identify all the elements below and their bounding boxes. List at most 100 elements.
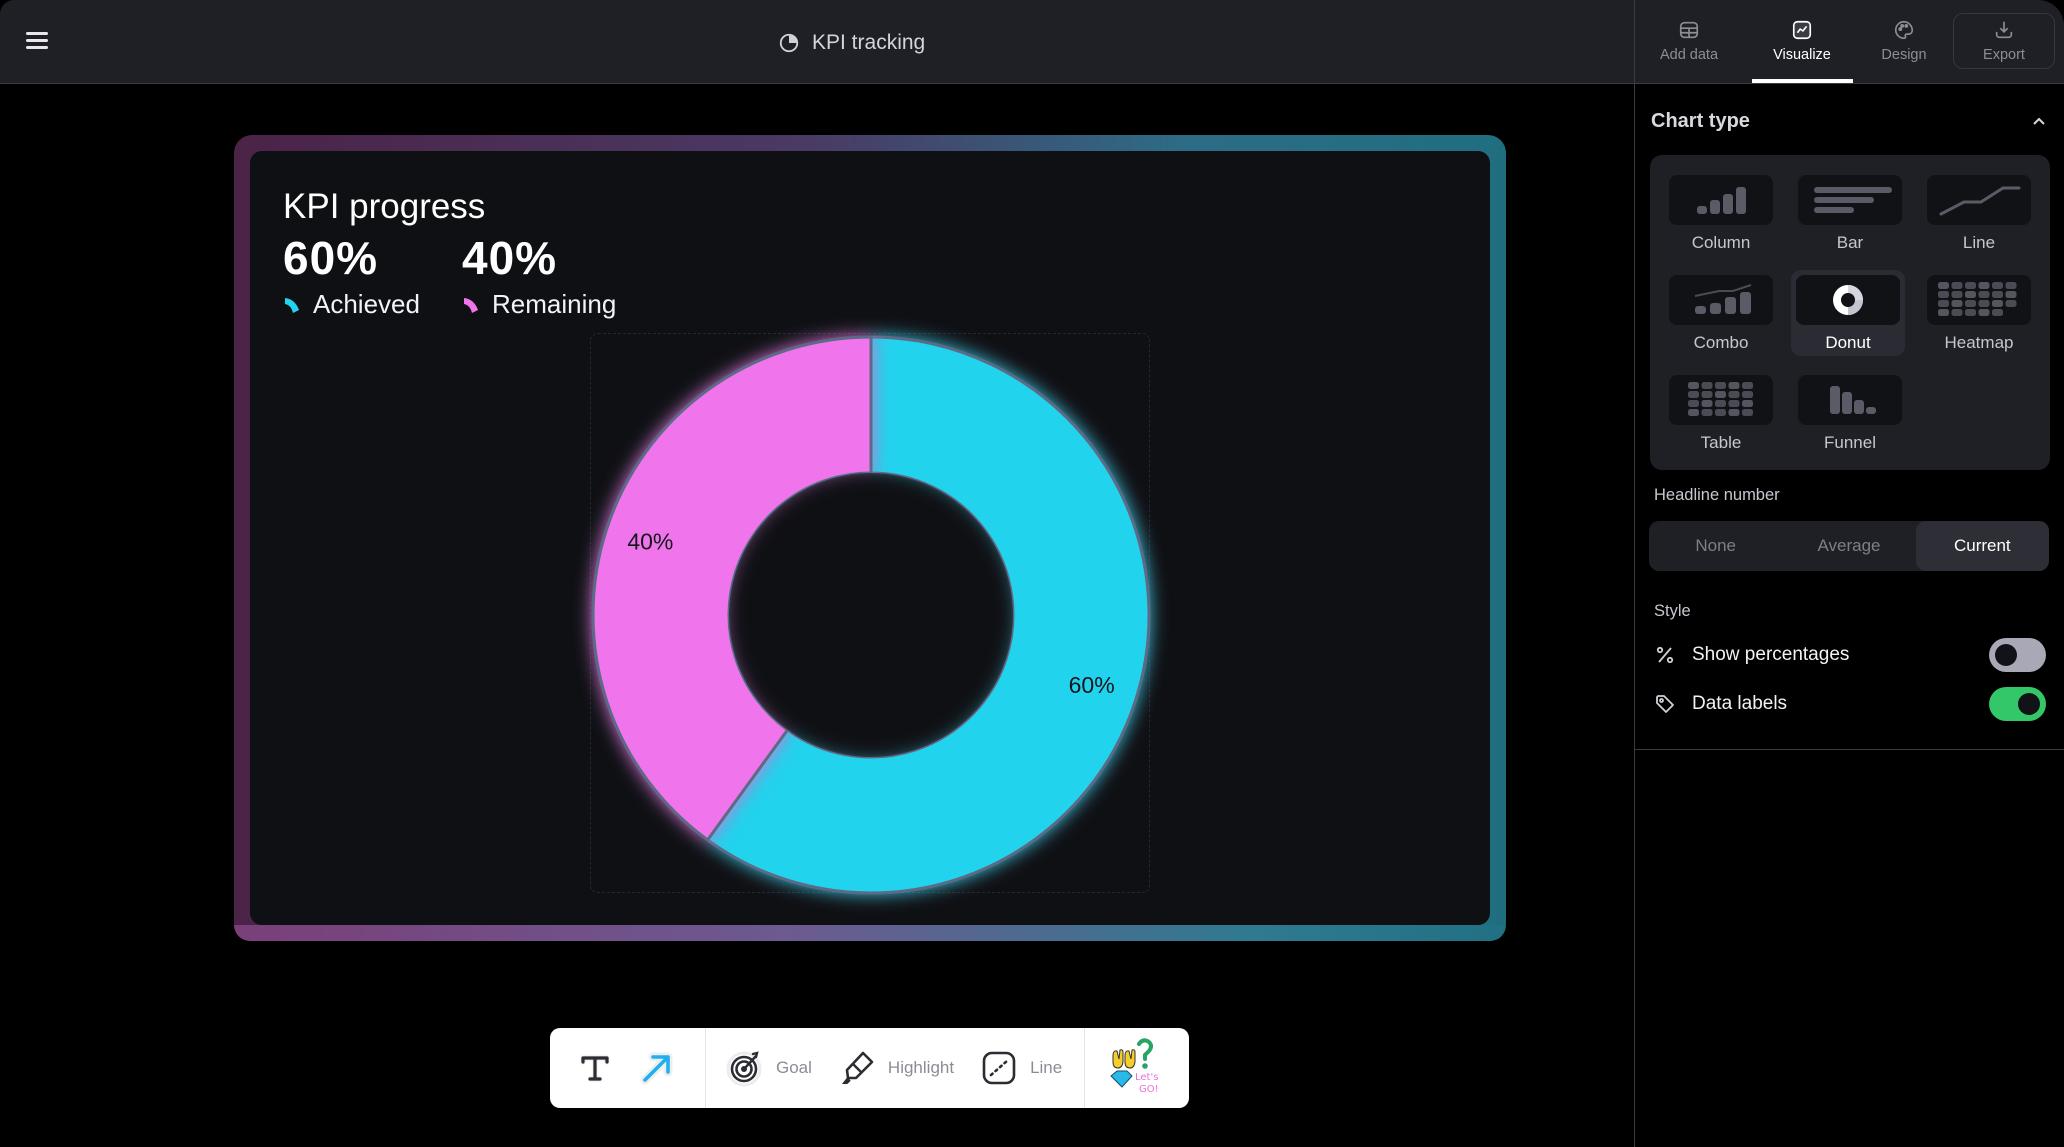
chart-type-line[interactable]: Line [1924,172,2034,260]
headline-option-average[interactable]: Average [1782,521,1915,571]
settings-panel: Add data Visualize Design Export Chart t… [1634,0,2064,1147]
data-labels-toggle[interactable] [1989,687,2046,721]
column-chart-icon [1697,187,1746,214]
icon-cell [1701,400,1713,407]
icon-cell [1701,391,1713,398]
icon-cell [2005,300,2017,307]
headline-option-none[interactable]: None [1649,521,1782,571]
tab-visualize[interactable]: Visualize [1752,12,1852,70]
icon-cell [1978,282,1990,289]
arrow-tool-icon [640,1052,673,1085]
data-label: 60% [1069,672,1115,698]
svg-text:Let's: Let's [1135,1072,1158,1083]
chart-type-label: Combo [1693,333,1749,352]
chart-type-label: Line [1962,233,1996,252]
option-label: Data labels [1692,693,1788,714]
tool-label: Line [1030,1058,1063,1077]
tag-icon [1656,695,1674,713]
donut-chart-area: 60% 40% [590,333,1151,895]
funnel-chart-icon [1830,386,1876,414]
heatmap-icon [1938,282,2017,316]
line-tool-button[interactable]: Line [968,1028,1072,1108]
chart-type-table[interactable]: Table [1666,372,1776,460]
pie-chart-icon [779,33,799,53]
active-tab-indicator [1752,79,1853,83]
icon-cell [1992,291,2003,298]
dotted-line-icon [982,1051,1016,1085]
chart-type-heatmap[interactable]: Heatmap [1924,272,2034,360]
hamburger-icon[interactable] [26,32,48,50]
icon-cell [1715,400,1726,407]
icon-cell [1938,300,1949,307]
icon-cell [1992,282,2003,289]
target-icon [726,1051,762,1087]
section-title: Chart type [1651,109,1750,132]
icon-cell [1965,309,1976,316]
svg-text:GO!: GO! [1139,1084,1159,1095]
chart-type-header[interactable]: Chart type [1651,106,2049,136]
panel-divider [1635,749,2064,750]
donut-chart: 60% 40% [591,335,1151,895]
chart-type-bar[interactable]: Bar [1795,172,1905,260]
line-chart-icon [1792,20,1812,40]
text-tool-icon [578,1053,612,1084]
goal-tool-button[interactable]: Goal [714,1028,822,1108]
icon-cell [1951,291,1963,298]
legend-swatch-icon [285,297,299,313]
icon-cell [1728,400,1740,407]
stickers-icon: Let's GO! [1110,1038,1159,1095]
icon-cell [1728,391,1740,398]
icon-cell [1938,309,1949,316]
text-tool-button[interactable] [564,1028,626,1108]
icon-cell [1951,309,1963,316]
panel-tabs: Add data Visualize Design Export [1635,0,2064,84]
icon-cell [2005,291,2017,298]
tab-add-data[interactable]: Add data [1639,12,1739,70]
document-title[interactable]: KPI tracking [778,28,925,58]
icon-cell [1992,309,2003,316]
top-bar: KPI tracking [0,0,1634,84]
arrow-tool-button[interactable] [626,1028,688,1108]
icon-cell [1742,382,1753,389]
stickers-button[interactable]: Let's GO! [1097,1028,1181,1108]
table-chart-icon [1688,382,1753,416]
chart-type-column[interactable]: Column [1666,172,1776,260]
chart-type-funnel[interactable]: Funnel [1795,372,1905,460]
chart-type-label: Funnel [1824,433,1876,452]
highlight-tool-button[interactable]: Highlight [826,1028,964,1108]
chart-type-grid: Column Bar Line Combo Donut Heatmap Tabl… [1650,155,2050,470]
chevron-up-icon[interactable] [2029,111,2049,131]
table-icon [1679,21,1699,39]
icon-cell [1992,300,2003,307]
legend-label: Achieved [313,289,420,319]
legend-label: Remaining [492,289,617,319]
show-percentages-toggle[interactable] [1989,638,2046,672]
icon-cell [1951,282,1963,289]
chart-type-label: Bar [1836,233,1864,252]
chart-type-label: Column [1691,233,1751,252]
tab-export[interactable]: Export [1953,13,2055,69]
icon-cell [1688,391,1699,398]
palette-icon [1895,20,1914,40]
icon-cell [1978,291,1990,298]
chart-type-combo[interactable]: Combo [1666,272,1776,360]
icon-cell [1688,409,1699,416]
icon-cell [1728,409,1740,416]
icon-cell [1965,282,1976,289]
data-labels-row: Data labels [1654,686,2046,722]
icon-cell [1965,300,1976,307]
tab-design[interactable]: Design [1854,12,1954,70]
icon-cell [1688,382,1699,389]
icon-cell [1715,391,1726,398]
icon-cell [1978,309,1990,316]
percent-icon [1656,646,1674,664]
show-percentages-row: Show percentages [1654,637,2046,673]
style-label: Style [1654,602,1691,620]
icon-cell [1688,400,1699,407]
headline-option-current[interactable]: Current [1915,521,2049,571]
icon-cell [1938,282,1949,289]
chart-card[interactable]: KPI progress 60% Achieved 40% Remaining [250,151,1490,925]
chart-type-label: Donut [1825,333,1871,352]
icon-cell [1938,291,1949,298]
chart-type-donut[interactable]: Donut [1791,270,1905,356]
